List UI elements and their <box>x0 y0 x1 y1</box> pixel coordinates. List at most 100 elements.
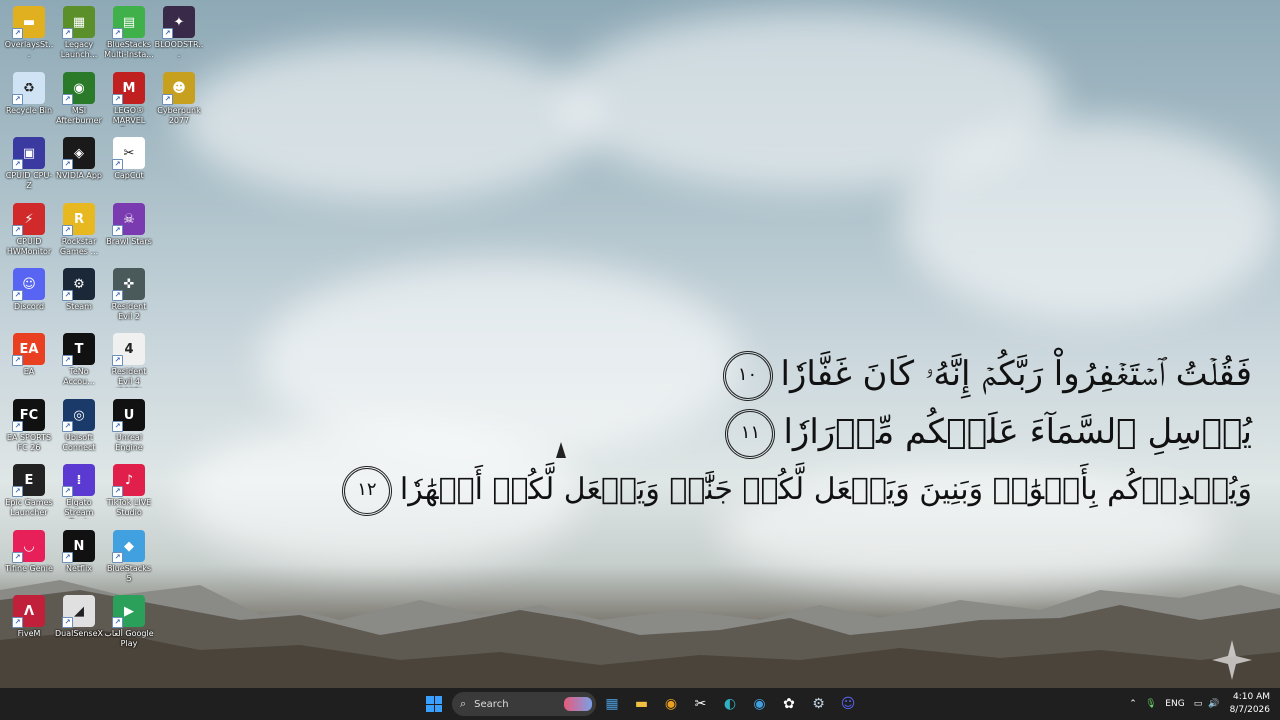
desktop-icon[interactable]: ◆ ↗ BlueStacks 5 <box>104 526 154 584</box>
desktop-icon[interactable]: ◢ ↗ DualSenseX <box>54 591 104 639</box>
shortcut-arrow-icon: ↗ <box>112 290 123 301</box>
desktop-icon[interactable]: ☠ ↗ Brawl Stars <box>104 199 154 247</box>
app-icon: ◡ ↗ <box>12 530 45 563</box>
shortcut-arrow-icon: ↗ <box>12 290 23 301</box>
shortcut-arrow-icon: ↗ <box>112 617 123 628</box>
desktop-icon[interactable]: ▶ ↗ ألعاب Google Play <box>104 591 154 649</box>
app-glyph-icon: E <box>24 472 34 488</box>
shortcut-arrow-icon: ↗ <box>62 28 73 39</box>
desktop-icon-label: TikTok LIVE Studio <box>106 498 152 517</box>
desktop-icon[interactable]: ♻ ↗ Recycle Bin <box>4 68 54 116</box>
chevron-up-icon[interactable]: ⌃ <box>1124 699 1142 709</box>
desktop-icon[interactable]: ☻ ↗ Cyberpunk 2077 <box>154 68 204 126</box>
desktop-icon-label: ألعاب Google Play <box>104 629 154 648</box>
desktop-icon[interactable]: ✦ ↗ BLOODSTR... <box>154 2 204 60</box>
app-glyph-icon: ▤ <box>122 14 136 30</box>
desktop-icon[interactable]: U ↗ Unreal Engine <box>104 395 154 453</box>
cloud <box>180 40 600 200</box>
desktop-icon[interactable]: ▦ ↗ Legacy Launch... <box>54 2 104 60</box>
start-button[interactable] <box>422 692 446 716</box>
desktop-icon[interactable]: T ↗ TeNo Accou... <box>54 329 104 387</box>
desktop-icon-label: FiveM <box>17 629 41 638</box>
desktop-icon[interactable]: FC ↗ EA SPORTS FC 26 <box>4 395 54 453</box>
app-icon: ☻ ↗ <box>162 72 195 105</box>
desktop-icon[interactable]: ♪ ↗ TikTok LIVE Studio <box>104 460 154 518</box>
desktop-icon[interactable]: ✜ ↗ Resident Evil 2 <box>104 264 154 322</box>
chrome-icon[interactable]: ◉ <box>659 692 683 716</box>
desktop-icon[interactable]: E ↗ Epic Games Launcher <box>4 460 54 518</box>
app-glyph-icon: ✦ <box>173 14 185 30</box>
app-icon: ✜ ↗ <box>112 268 145 301</box>
desktop-icon[interactable]: M↗LEGO® MARVEL Su... <box>104 68 154 127</box>
volume-icon[interactable]: 🔊 <box>1206 699 1222 709</box>
app-icon: EA ↗ <box>12 333 45 366</box>
desktop-icon-label: Recycle Bin <box>5 106 53 115</box>
desktop-icon[interactable]: R ↗ Rockstar Games ... <box>54 199 104 257</box>
app-glyph-icon: ♻ <box>23 80 35 96</box>
chatgpt-icon[interactable]: ✿ <box>777 692 801 716</box>
discord-icon[interactable]: ☺ <box>836 692 860 716</box>
app-glyph-icon: ▶ <box>124 603 134 619</box>
app-icon: ⚡ ↗ <box>12 203 45 236</box>
desktop-icon-label: Brawl Stars <box>106 237 152 246</box>
capcut-icon[interactable]: ✂ <box>689 692 713 716</box>
shortcut-arrow-icon: ↗ <box>162 28 173 39</box>
network-icon[interactable]: ▭ <box>1190 699 1206 709</box>
desktop-icon-label: Discord <box>13 302 45 311</box>
app-icon: ♪ ↗ <box>112 464 145 497</box>
taskbar-search[interactable]: ⌕ Search <box>452 692 596 716</box>
verse-text: يُرۡسِلِ ٱلسَّمَآءَ عَلَيۡكُم مِّدۡرَارٗ… <box>783 412 1252 452</box>
desktop-icon[interactable]: EA ↗ EA <box>4 329 54 377</box>
desktop-icon[interactable]: ⚙ ↗ Steam <box>54 264 104 312</box>
app-glyph-icon: ⚡ <box>24 211 34 227</box>
shortcut-arrow-icon: ↗ <box>62 94 73 105</box>
desktop-icon[interactable]: ▣ ↗ CPUID CPU-Z <box>4 133 54 191</box>
desktop-icon[interactable]: N ↗ Netflix <box>54 526 104 574</box>
file-explorer-icon[interactable]: ▬ <box>630 692 654 716</box>
steam-icon[interactable]: ⚙ <box>807 692 831 716</box>
desktop-icon-label: DualSenseX <box>55 629 103 638</box>
microphone-icon[interactable]: 🎙 <box>1142 699 1160 709</box>
desktop-icon[interactable]: ◡ ↗ Tifine Genie <box>4 526 54 574</box>
app-glyph-icon: ◎ <box>73 407 85 423</box>
app-glyph-icon: 4 <box>124 341 134 357</box>
app-icon: ◆ ↗ <box>112 530 145 563</box>
desktop-icon[interactable]: ◈ ↗ NVIDIA App <box>54 133 104 181</box>
desktop[interactable]: ▬ ↗ OverlaysSt... ▦ ↗ Legacy Launch... ▤ ↗ BlueS… <box>0 0 1280 688</box>
app-icon: ✦ ↗ <box>162 6 195 39</box>
app-glyph-icon: ☻ <box>172 80 186 96</box>
shortcut-arrow-icon: ↗ <box>12 421 23 432</box>
desktop-icon[interactable]: ✂ ↗ CapCut <box>104 133 154 181</box>
desktop-icon[interactable]: ☺ ↗ Discord <box>4 264 54 312</box>
app-glyph-icon: ⁞ <box>76 472 82 488</box>
shortcut-arrow-icon: ↗ <box>62 225 73 236</box>
shortcut-arrow-icon: ↗ <box>12 355 23 366</box>
system-tray: ⌃ 🎙 ENG ▭ 🔊 <box>1124 688 1222 720</box>
desktop-icon-label: NVIDIA App <box>56 171 102 180</box>
microsoft-store-icon[interactable]: ▦ <box>600 692 624 716</box>
desktop-icon[interactable]: ▬ ↗ OverlaysSt... <box>4 2 54 60</box>
clock-time: 4:10 AM <box>1233 692 1270 702</box>
desktop-icon-label: CapCut <box>114 171 144 180</box>
clock[interactable]: 4:10 AM 8/7/2026 <box>1230 691 1270 717</box>
desktop-icon[interactable]: ⚡ ↗ CPUID HWMonitor <box>4 199 54 257</box>
edge-icon[interactable]: ◐ <box>718 692 742 716</box>
desktop-icon[interactable]: ◎ ↗ Ubisoft Connect <box>54 395 104 453</box>
shortcut-arrow-icon: ↗ <box>112 552 123 563</box>
desktop-icon[interactable]: ⁞↗Elgato Stream Deck <box>54 460 104 519</box>
desktop-icon-label: Resident Evil 2 <box>111 302 147 321</box>
app-glyph-icon: ◆ <box>124 538 134 554</box>
desktop-icon-label: Legacy Launch... <box>60 40 98 59</box>
chrome-active-icon[interactable]: ◉ <box>748 692 772 716</box>
desktop-icon[interactable]: 4↗Resident Evil 4 (2005) <box>104 329 154 388</box>
language-indicator[interactable]: ENG <box>1160 699 1190 709</box>
app-icon: E ↗ <box>12 464 45 497</box>
desktop-icon-label: Ubisoft Connect <box>62 433 96 452</box>
desktop-icon[interactable]: ◉ ↗ MSI Afterburner <box>54 68 104 126</box>
desktop-icon-label: EA <box>23 367 35 376</box>
app-glyph-icon: ✜ <box>123 276 135 292</box>
app-glyph-icon: ◈ <box>74 145 84 161</box>
desktop-icon[interactable]: Λ ↗ FiveM <box>4 591 54 639</box>
desktop-icon[interactable]: ▤ ↗ BlueStacks Multi-Insta... <box>104 2 154 60</box>
app-icon: ◢ ↗ <box>62 595 95 628</box>
